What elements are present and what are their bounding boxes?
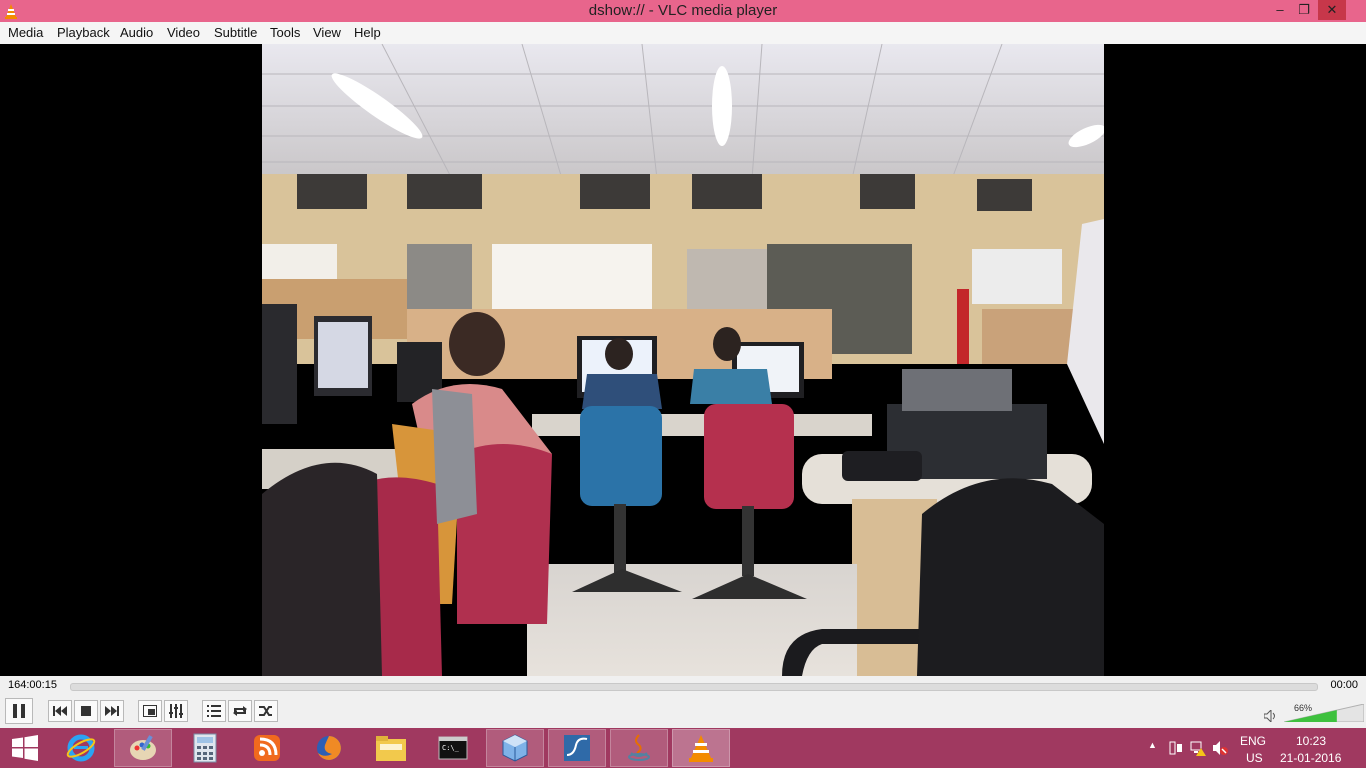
menu-help[interactable]: Help — [354, 25, 381, 40]
svg-text:C:\_: C:\_ — [442, 744, 460, 752]
network-app-icon — [254, 735, 280, 761]
speaker-icon[interactable] — [1264, 710, 1278, 722]
taskbar-network-app[interactable] — [238, 729, 296, 767]
firefox-icon — [317, 736, 341, 760]
taskbar-wireshark[interactable] — [548, 729, 606, 767]
taskbar-java[interactable] — [610, 729, 668, 767]
pause-icon — [13, 704, 25, 718]
clock-time[interactable]: 10:23 — [1296, 734, 1326, 748]
window-title: dshow:// - VLC media player — [588, 2, 778, 19]
taskbar: C:\_ ▲ ENG US 10:23 21-01-2016 — [0, 728, 1366, 768]
shuffle-button[interactable] — [254, 700, 278, 722]
vlc-icon — [689, 735, 713, 762]
previous-button[interactable] — [48, 700, 72, 722]
menu-bar: Media Playback Audio Video Subtitle Tool… — [0, 22, 1366, 44]
seek-slider[interactable] — [70, 683, 1318, 691]
previous-icon — [53, 706, 67, 716]
menu-media[interactable]: Media — [8, 25, 43, 40]
start-button[interactable] — [0, 729, 50, 767]
fullscreen-button[interactable] — [138, 700, 162, 722]
playlist-button[interactable] — [202, 700, 226, 722]
taskbar-paint[interactable] — [114, 729, 172, 767]
taskbar-calculator[interactable] — [176, 729, 234, 767]
taskbar-virtualbox[interactable] — [486, 729, 544, 767]
stop-icon — [81, 706, 91, 716]
extended-settings-icon — [169, 704, 183, 718]
total-time[interactable]: 00:00 — [1330, 679, 1358, 691]
network-warning-icon[interactable] — [1190, 740, 1206, 756]
seek-row: 164:00:15 00:00 — [0, 676, 1366, 696]
close-button[interactable]: ✕ — [1318, 0, 1346, 20]
input-region[interactable]: US — [1246, 751, 1263, 765]
video-frame — [262, 44, 1104, 676]
java-icon — [628, 734, 650, 761]
input-language[interactable]: ENG — [1240, 734, 1266, 748]
pause-button[interactable] — [5, 698, 33, 724]
elapsed-time: 164:00:15 — [8, 679, 57, 691]
shuffle-icon — [259, 706, 272, 716]
command-prompt-icon: C:\_ — [438, 736, 468, 760]
next-icon — [105, 706, 119, 716]
stop-button[interactable] — [74, 700, 98, 722]
volume-muted-icon[interactable] — [1212, 740, 1228, 756]
menu-view[interactable]: View — [313, 25, 341, 40]
loop-button[interactable] — [228, 700, 252, 722]
playback-controls: 66% — [0, 696, 1366, 728]
extended-settings-button[interactable] — [164, 700, 188, 722]
maximize-button[interactable]: ❐ — [1290, 0, 1318, 20]
menu-tools[interactable]: Tools — [270, 25, 300, 40]
clock-date[interactable]: 21-01-2016 — [1280, 751, 1341, 765]
title-bar[interactable]: dshow:// - VLC media player – ❐ ✕ — [0, 0, 1366, 22]
fullscreen-icon — [143, 705, 157, 717]
playlist-icon — [207, 705, 221, 717]
volume-slider[interactable] — [1284, 704, 1364, 722]
paint-icon — [130, 735, 156, 760]
system-tray: ▲ ENG US 10:23 21-01-2016 — [1146, 728, 1366, 768]
wireshark-icon — [564, 735, 590, 761]
windows-logo-icon — [12, 735, 38, 761]
menu-subtitle[interactable]: Subtitle — [214, 25, 257, 40]
calculator-icon — [193, 733, 217, 763]
taskbar-file-explorer[interactable] — [362, 729, 420, 767]
taskbar-command-prompt[interactable]: C:\_ — [424, 729, 482, 767]
video-area[interactable] — [0, 44, 1366, 676]
taskbar-vlc[interactable] — [672, 729, 730, 767]
file-explorer-icon — [376, 736, 406, 761]
virtualbox-icon — [502, 734, 528, 762]
show-hidden-icons-icon[interactable]: ▲ — [1148, 740, 1157, 750]
next-button[interactable] — [100, 700, 124, 722]
menu-playback[interactable]: Playback — [57, 25, 110, 40]
loop-icon — [233, 706, 247, 716]
power-plug-icon[interactable] — [1168, 740, 1184, 756]
menu-audio[interactable]: Audio — [120, 25, 153, 40]
taskbar-internet-explorer[interactable] — [52, 729, 110, 767]
internet-explorer-icon — [66, 734, 96, 762]
menu-video[interactable]: Video — [167, 25, 200, 40]
taskbar-firefox[interactable] — [300, 729, 358, 767]
